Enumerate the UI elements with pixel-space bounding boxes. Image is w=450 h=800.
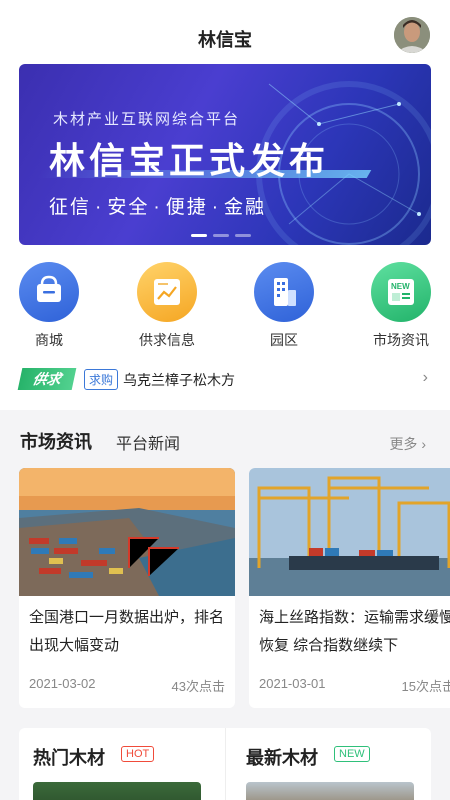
quick-nav-label: 商城 (35, 332, 63, 348)
more-link[interactable]: 更多 › (389, 434, 426, 454)
hot-tag: HOT (121, 746, 155, 762)
app-header: 林信宝 (0, 0, 450, 70)
banner-tag: 征信 (49, 197, 92, 218)
banner-subtitle: 木材产业互联网综合平台 (53, 111, 241, 128)
carousel-indicators (191, 234, 251, 237)
quick-nav-market-news[interactable]: NEW 市场资讯 (361, 262, 441, 350)
news-title: 海上丝路指数：运输需求缓慢恢复 综合指数继续下 (259, 609, 450, 654)
news-clicks: 43次点击 (171, 679, 225, 694)
quick-nav: 商城 供求信息 园区 NEW 市场资讯 (0, 262, 450, 352)
notice-text: 乌克兰樟子松木方 (123, 372, 235, 388)
banner-tag: 便捷 (165, 197, 208, 218)
crane-photo (249, 468, 450, 596)
avatar[interactable] (394, 17, 430, 53)
hot-timber-thumbnail[interactable] (33, 782, 201, 800)
news-card[interactable]: 海上丝路指数：运输需求缓慢恢复 综合指数继续下 2021-03-01 15次点击 (249, 468, 450, 708)
newspaper-new-icon: NEW (371, 262, 431, 322)
banner-tag: 金融 (224, 197, 267, 218)
quick-nav-park[interactable]: 园区 (244, 262, 324, 350)
banner-tag: 安全 (107, 197, 150, 218)
new-tag: NEW (334, 746, 370, 762)
port-photo (19, 468, 235, 596)
hot-timber-section[interactable]: 热门木材 HOT (19, 728, 224, 800)
building-icon (254, 262, 314, 322)
supply-badge: 供求 (17, 368, 77, 390)
quick-nav-mall[interactable]: 商城 (9, 262, 89, 350)
news-date: 2021-03-01 (259, 676, 326, 691)
bag-icon (19, 262, 79, 322)
supply-notice-bar[interactable]: 供求 求购 乌克兰樟子松木方 › (17, 366, 430, 394)
tab-market-news[interactable]: 市场资讯 (20, 428, 92, 454)
banner-tag-separator: · (211, 197, 221, 218)
promo-banner[interactable]: 木材产业互联网综合平台 林信宝正式发布 征信 · 安全 · 便捷 · 金融 (19, 64, 431, 245)
page-title: 林信宝 (198, 30, 252, 50)
chevron-right-icon[interactable]: › (423, 369, 428, 387)
quick-nav-supply[interactable]: 供求信息 (127, 262, 207, 350)
top-section: 林信宝 木材产业互联网综合平台 林信宝正式发布 征信 · 安全 · 便捷 · 金融 (0, 0, 450, 410)
svg-text:NEW: NEW (391, 282, 410, 291)
carousel-dot[interactable] (235, 234, 251, 237)
banner-headline: 林信宝正式发布 (49, 140, 330, 181)
chart-doc-icon (137, 262, 197, 322)
new-timber-section[interactable]: 最新木材 NEW (225, 728, 431, 800)
hot-timber-title: 热门木材 (33, 748, 105, 768)
carousel-dot[interactable] (191, 234, 207, 237)
news-title: 全国港口一月数据出炉，排名出现大幅变动 (29, 609, 225, 654)
banner-tags: 征信 · 安全 · 便捷 · 金融 (49, 192, 266, 219)
news-meta: 2021-03-02 43次点击 (29, 676, 225, 694)
news-meta: 2021-03-01 15次点击 (259, 676, 450, 694)
carousel-dot[interactable] (213, 234, 229, 237)
timber-panel: 热门木材 HOT 最新木材 NEW (19, 728, 431, 800)
quick-nav-label: 园区 (270, 332, 298, 348)
new-timber-thumbnail[interactable] (246, 782, 414, 800)
news-tabs: 市场资讯 平台新闻 更多 › (0, 428, 450, 458)
quick-nav-label: 市场资讯 (373, 332, 429, 348)
new-timber-title: 最新木材 (246, 748, 318, 768)
tab-platform-news[interactable]: 平台新闻 (116, 430, 180, 454)
quick-nav-label: 供求信息 (139, 332, 195, 348)
banner-tag-separator: · (153, 197, 162, 218)
news-date: 2021-03-02 (29, 676, 96, 691)
banner-tag-separator: · (95, 197, 104, 218)
news-clicks: 15次点击 (401, 679, 450, 694)
purchase-tag: 求购 (84, 369, 119, 390)
news-card[interactable]: 全国港口一月数据出炉，排名出现大幅变动 2021-03-02 43次点击 (19, 468, 235, 708)
